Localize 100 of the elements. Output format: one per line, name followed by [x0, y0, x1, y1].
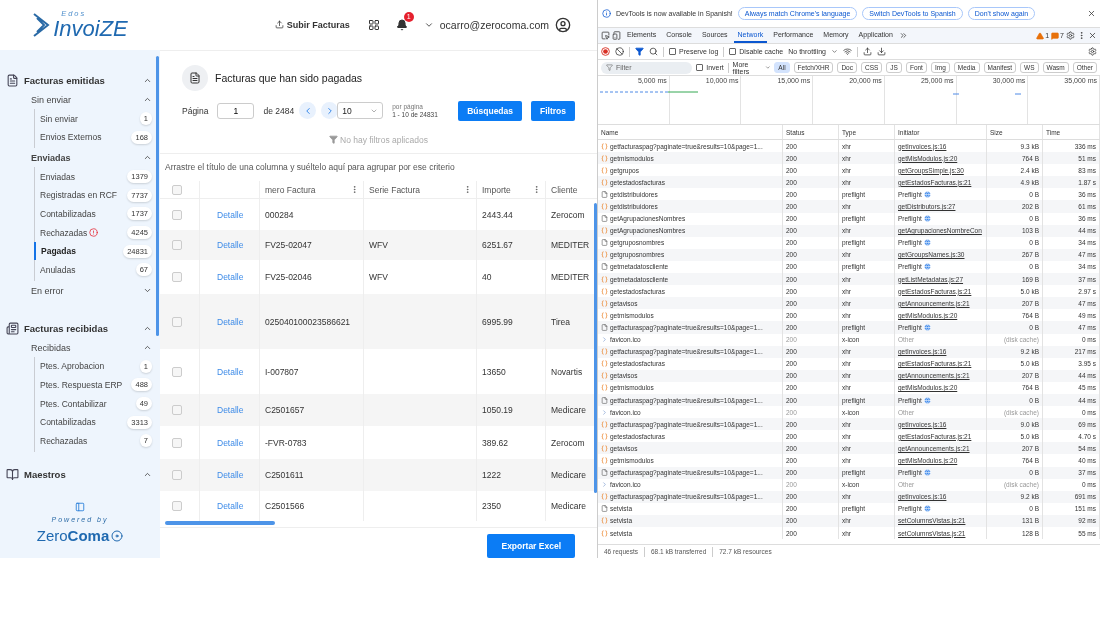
caret-icon [601, 481, 608, 489]
checkbox[interactable] [172, 405, 182, 416]
detail-link[interactable]: Detalle [205, 366, 244, 377]
device-icon[interactable] [612, 31, 621, 40]
column-menu-icon[interactable] [350, 185, 359, 195]
file-icon [601, 190, 608, 198]
file-icon [601, 323, 608, 331]
checkbox[interactable] [172, 470, 182, 481]
detail-link[interactable]: Detalle [205, 437, 244, 448]
filter-icon[interactable] [635, 47, 644, 56]
menu-icon[interactable] [1077, 31, 1086, 40]
nav-item-label: Rechazadas [40, 435, 88, 446]
inspect-icon[interactable] [601, 31, 610, 40]
group-title[interactable]: Sin enviar [31, 94, 143, 105]
section-title[interactable]: Facturas recibidas [24, 322, 138, 334]
clear-icon[interactable] [615, 47, 624, 56]
user-email[interactable]: ocarro@zerocoma.com [439, 18, 549, 31]
brand-logo-text: ZeroComa [36, 527, 110, 544]
braces-icon [601, 203, 608, 210]
scrollbar[interactable] [156, 56, 159, 336]
search-button[interactable]: Búsquedas [458, 100, 522, 121]
checkbox[interactable] [172, 184, 182, 195]
download-icon[interactable] [877, 47, 886, 56]
file-icon [601, 396, 608, 404]
checkbox[interactable] [172, 240, 182, 251]
scrollbar[interactable] [594, 203, 597, 494]
record-icon[interactable] [601, 47, 610, 56]
column-menu-icon[interactable] [463, 185, 472, 195]
braces-icon [601, 360, 608, 368]
group-title[interactable]: Enviadas [31, 152, 143, 163]
close-icon[interactable] [1087, 9, 1096, 18]
file-icon [601, 263, 608, 271]
user-icon[interactable] [555, 16, 571, 33]
settings-icon[interactable] [1066, 31, 1075, 40]
page-size-select[interactable]: 10 [337, 102, 384, 120]
scrollbar[interactable] [165, 521, 275, 525]
nav-item-label: Ptes. Aprobacion [40, 361, 105, 372]
export-button[interactable]: Exportar Excel [487, 534, 575, 558]
checkbox[interactable] [172, 316, 182, 327]
filter-icon [606, 64, 613, 71]
warning-icon [1036, 31, 1045, 40]
bell-icon[interactable] [395, 18, 408, 31]
nav-item-label: Envios Externos [40, 132, 102, 143]
select-value: 10 [342, 105, 352, 116]
more-tabs-icon[interactable] [898, 31, 908, 40]
column-header[interactable]: Importe [477, 181, 546, 199]
grid-icon[interactable] [367, 18, 380, 31]
file-icon [601, 505, 608, 513]
page-input[interactable]: 1 [217, 102, 255, 119]
detail-link[interactable]: Detalle [205, 501, 244, 512]
column-header[interactable]: mero Factura [260, 181, 364, 199]
braces-icon [601, 529, 608, 537]
section-title[interactable]: Maestros [24, 468, 138, 480]
braces-icon [601, 493, 608, 501]
column-menu-icon[interactable] [532, 185, 541, 195]
nav-item-label: Anuladas [40, 264, 76, 275]
braces-icon [601, 178, 608, 186]
close-icon[interactable] [1088, 31, 1097, 40]
collapse-icon[interactable] [75, 502, 85, 512]
page-label: Página [182, 105, 209, 116]
braces-icon [601, 420, 608, 428]
checkbox[interactable] [172, 366, 182, 377]
braces-icon [601, 299, 608, 307]
braces-icon [601, 384, 608, 392]
logo-text: InvoiZE [53, 17, 128, 40]
filter-icon [329, 135, 339, 145]
caret-icon[interactable] [831, 48, 838, 55]
checkbox[interactable] [172, 437, 182, 448]
detail-link[interactable]: Detalle [205, 209, 244, 220]
braces-icon [601, 517, 608, 525]
settings-icon[interactable] [1088, 47, 1097, 56]
nav-item-label: Enviadas [40, 171, 75, 182]
message-icon [1051, 31, 1060, 40]
group-title[interactable]: Recibidas [31, 342, 143, 353]
search-icon[interactable] [649, 47, 658, 56]
group-title[interactable]: En error [31, 285, 143, 296]
nav-item-label: Sin enviar [40, 113, 78, 124]
upload-icon [274, 20, 284, 30]
wifi-icon[interactable] [843, 47, 852, 56]
checkbox[interactable] [172, 209, 182, 220]
globe-icon [923, 263, 931, 271]
nav-item-label: Contabilizadas [40, 208, 96, 219]
nav-item-label: Pagadas [41, 246, 76, 257]
upload-button[interactable]: Subir Facturas [272, 17, 352, 32]
checkbox[interactable] [172, 501, 182, 512]
braces-icon [601, 444, 608, 452]
upload-icon[interactable] [863, 47, 872, 56]
file-icon [601, 469, 608, 477]
page-title: Facturas que han sido pagadas [215, 71, 363, 84]
nav-item-label: Rechazadas [40, 227, 88, 238]
section-title[interactable]: Facturas emitidas [24, 74, 138, 86]
checkbox[interactable] [172, 272, 182, 283]
detail-link[interactable]: Detalle [205, 272, 244, 283]
caret-icon [601, 408, 608, 416]
braces-icon [601, 348, 608, 356]
caret-icon [601, 336, 608, 344]
braces-icon [601, 372, 608, 380]
globe-icon [923, 396, 931, 404]
column-header[interactable]: Serie Factura [364, 181, 477, 199]
filters-button[interactable]: Filtros [531, 100, 575, 121]
